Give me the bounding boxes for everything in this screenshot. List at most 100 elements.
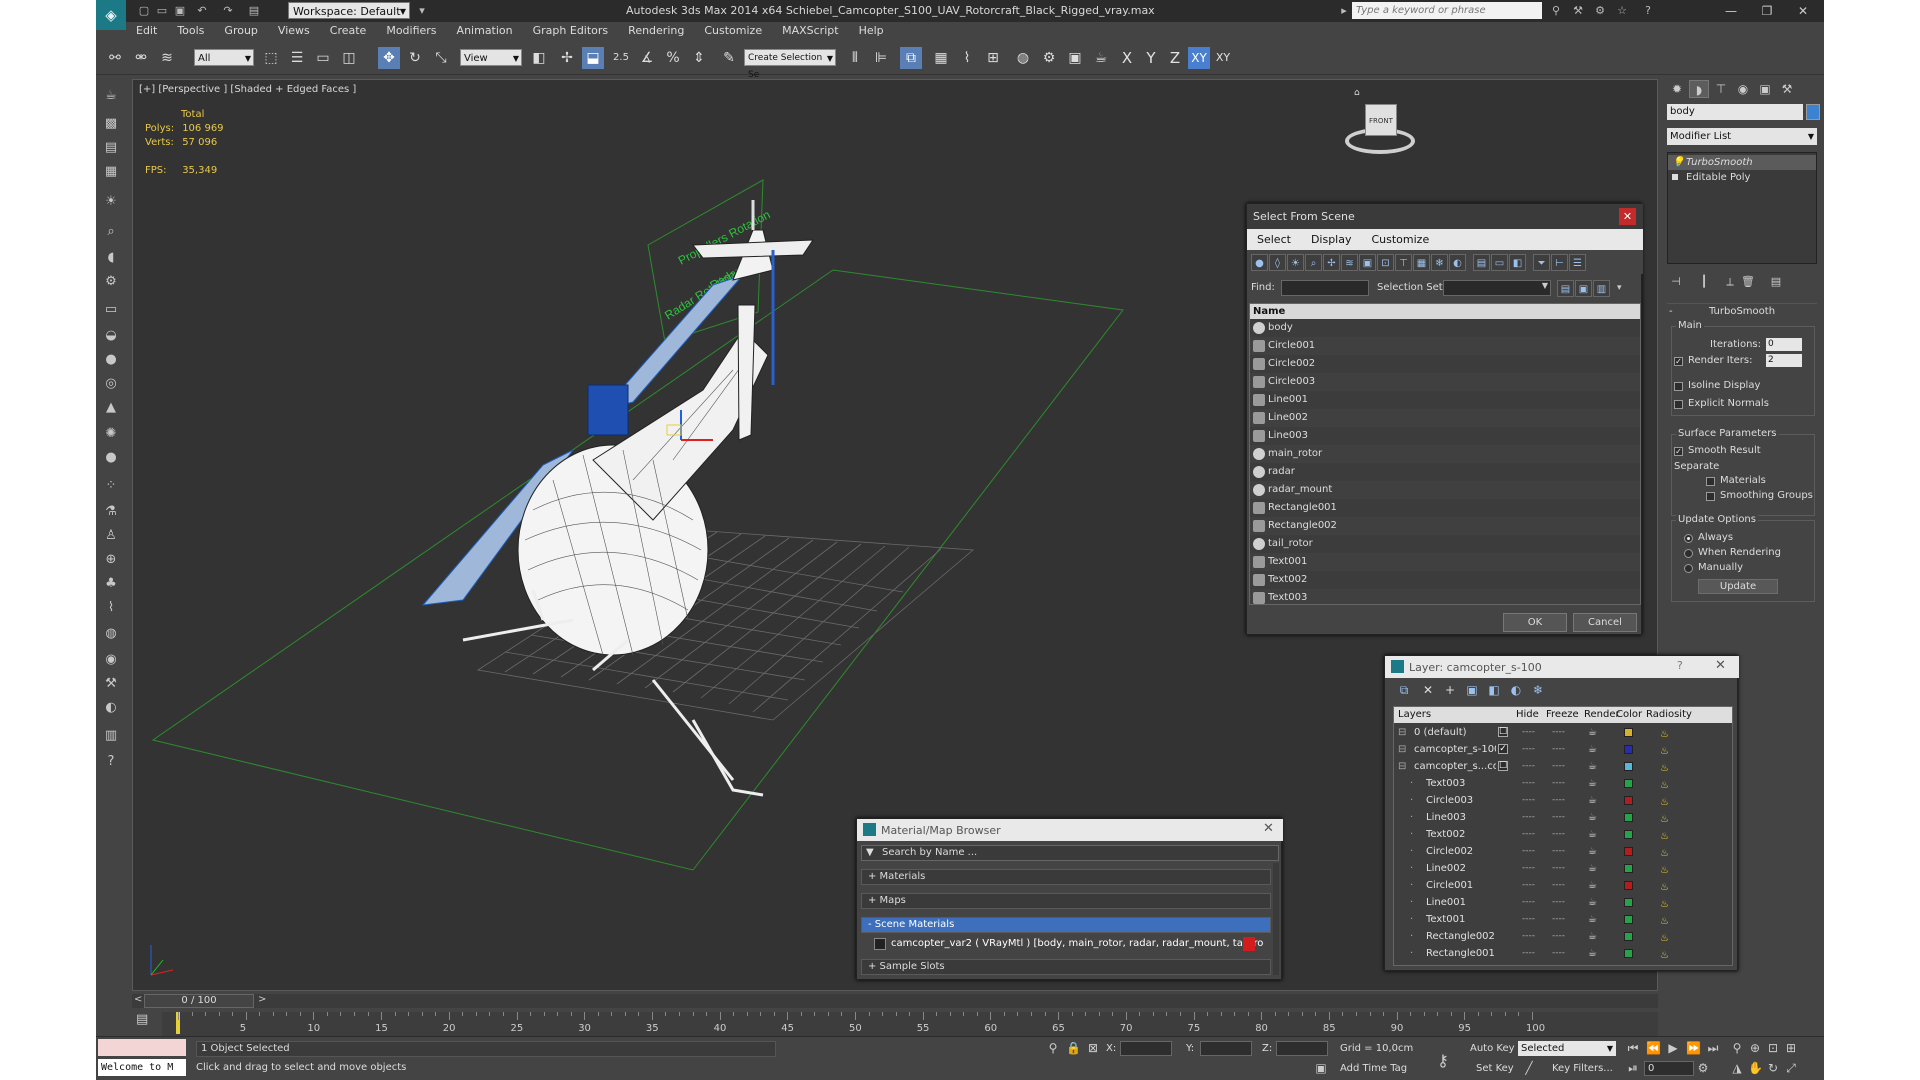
menu-views[interactable]: Views — [268, 22, 320, 41]
selection-set-add-icon[interactable]: ▤ — [1557, 280, 1574, 297]
filter-bones-icon[interactable]: ⊤ — [1395, 254, 1412, 271]
display-tab-icon[interactable]: ▣ — [1755, 80, 1775, 98]
radiosity-icon[interactable]: ♨ — [1660, 777, 1670, 791]
render-teapot-icon[interactable]: ☕ — [1588, 894, 1597, 911]
help-icon[interactable]: ? — [1640, 3, 1656, 18]
radiosity-icon[interactable]: ♨ — [1660, 794, 1670, 808]
maximize-button[interactable]: ❐ — [1752, 2, 1782, 20]
orbit-icon[interactable]: ↻ — [1766, 1061, 1780, 1075]
column-radiosity[interactable]: Radiosity — [1646, 707, 1692, 723]
filter-warps-icon[interactable]: ≋ — [1341, 254, 1358, 271]
pipette-icon[interactable]: ⚗ — [100, 502, 122, 522]
list-item[interactable]: Line002 — [1250, 409, 1640, 427]
freeze-toggle[interactable]: ---- — [1552, 826, 1565, 843]
layer-color-swatch[interactable] — [1624, 728, 1633, 737]
maximize-viewport-icon[interactable]: ⤢ — [1784, 1061, 1798, 1076]
material-editor-icon[interactable]: ◍ — [1012, 47, 1034, 69]
hide-toggle[interactable]: ---- — [1522, 843, 1535, 860]
hide-toggle[interactable]: ---- — [1522, 792, 1535, 809]
stack-item-editable-poly[interactable]: Editable Poly — [1668, 170, 1816, 185]
workspace-dropdown[interactable]: Workspace: Default ▼ — [288, 2, 410, 19]
menu-graph-editors[interactable]: Graph Editors — [523, 22, 619, 41]
selection-set-remove-icon[interactable]: ▥ — [1593, 280, 1610, 297]
menu-help[interactable]: Help — [849, 22, 894, 41]
explicit-normals-checkbox[interactable] — [1674, 400, 1683, 409]
expand-collapse-icon[interactable]: ⊟ — [1398, 758, 1406, 775]
character-icon[interactable]: ♙ — [100, 526, 122, 546]
selection-filter-dropdown[interactable]: All ▼ — [194, 49, 254, 66]
key-mode-toggle-icon[interactable]: ⏯ — [1626, 1061, 1640, 1076]
minimize-button[interactable]: — — [1716, 2, 1746, 20]
curve-editor-icon[interactable]: ⌇ — [956, 47, 978, 69]
globe-icon[interactable]: ⊕ — [100, 550, 122, 570]
app-logo-icon[interactable]: ◈ — [96, 0, 126, 30]
create-layer-icon[interactable]: ⧉ — [1395, 681, 1413, 699]
add-time-tag-button[interactable]: Add Time Tag — [1340, 1063, 1407, 1074]
table-row[interactable]: · Text001 ---- ---- ☕ ♨ — [1394, 911, 1732, 928]
keyboard-shortcut-override-icon[interactable]: ⬓ — [582, 47, 604, 69]
communication-center-icon[interactable]: ⚒ — [1570, 3, 1586, 18]
binoculars-icon[interactable]: ⚲ — [1548, 3, 1564, 18]
freeze-unfreeze-all-icon[interactable]: ❄ — [1529, 681, 1547, 699]
hide-toggle[interactable]: ---- — [1522, 724, 1535, 741]
hierarchy-icon[interactable]: ⊢ — [1551, 254, 1568, 271]
table-row[interactable]: · Text002 ---- ---- ☕ ♨ — [1394, 826, 1732, 843]
radiosity-icon[interactable]: ♨ — [1660, 879, 1670, 893]
freeze-toggle[interactable]: ---- — [1552, 894, 1565, 911]
render-teapot-icon[interactable]: ☕ — [1588, 775, 1597, 792]
render-teapot-icon[interactable]: ☕ — [1588, 809, 1597, 826]
radiosity-icon[interactable]: ♨ — [1660, 896, 1670, 910]
layer-color-swatch[interactable] — [1624, 898, 1633, 907]
menu-select[interactable]: Select — [1247, 229, 1301, 250]
render-teapot-icon[interactable]: ☕ — [1588, 945, 1597, 962]
maxscript-mini-listener[interactable]: Welcome to M — [98, 1059, 186, 1076]
toolbar-options-icon[interactable]: ▾ — [1617, 283, 1622, 293]
next-frame-icon[interactable]: ⏩ — [1686, 1041, 1701, 1055]
teapot-icon[interactable]: ☕ — [100, 86, 122, 106]
list-item[interactable]: Circle002 — [1250, 355, 1640, 373]
filter-containers-icon[interactable]: ▦ — [1413, 254, 1430, 271]
iterations-spinner[interactable]: 0 — [1766, 338, 1802, 351]
table-row[interactable]: · Rectangle001 ---- ---- ☕ ♨ — [1394, 945, 1732, 962]
viewcube-front-face[interactable]: FRONT — [1365, 104, 1397, 136]
turbosmooth-rollout-title[interactable]: - TurboSmooth — [1667, 303, 1817, 318]
hierarchy-tab-icon[interactable]: ⊤ — [1711, 80, 1731, 98]
options-arrow-icon[interactable]: ▼ — [866, 846, 874, 860]
expand-collapse-icon[interactable]: ⊟ — [1398, 724, 1406, 741]
remove-modifier-icon[interactable]: 🗑 — [1739, 273, 1757, 291]
render-teapot-icon[interactable]: ☕ — [1588, 724, 1597, 741]
layer-view-icon[interactable]: ☰ — [1569, 254, 1586, 271]
select-and-rotate-icon[interactable]: ↻ — [404, 47, 426, 69]
layer-color-swatch[interactable] — [1624, 762, 1633, 771]
radiosity-icon[interactable]: ♨ — [1660, 862, 1670, 876]
hide-toggle[interactable]: ---- — [1522, 809, 1535, 826]
project-folder-icon[interactable]: ▤ — [246, 3, 262, 18]
show-end-result-icon[interactable]: ┃ — [1695, 273, 1713, 291]
radiosity-icon[interactable]: ♨ — [1660, 930, 1670, 944]
help-circle-icon[interactable]: ? — [100, 752, 122, 772]
find-input[interactable] — [1281, 280, 1369, 296]
image-icon[interactable]: ▩ — [100, 114, 122, 134]
configure-sets-icon[interactable]: ▤ — [1767, 273, 1785, 291]
render-teapot-icon[interactable]: ☕ — [1588, 826, 1597, 843]
unlink-icon[interactable]: ⚮ — [130, 47, 152, 69]
graphite-ribbon-icon[interactable]: ▦ — [930, 47, 952, 69]
zoom-all-icon[interactable]: ⊕ — [1748, 1041, 1762, 1055]
freeze-toggle[interactable]: ---- — [1552, 758, 1565, 775]
table-row[interactable]: · Circle001 ---- ---- ☕ ♨ — [1394, 877, 1732, 894]
close-icon[interactable]: ✕ — [1619, 208, 1636, 225]
cloth-icon[interactable]: ◍ — [100, 624, 122, 644]
next-frame-button[interactable]: > — [258, 994, 266, 1005]
calculator-icon[interactable]: ▦ — [100, 162, 122, 182]
filter-groups-icon[interactable]: ▣ — [1359, 254, 1376, 271]
sphere-icon[interactable]: ● — [100, 350, 122, 370]
group-maps[interactable]: + Maps — [861, 893, 1271, 909]
list-item[interactable]: Line003 — [1250, 427, 1640, 445]
schematic-view-icon[interactable]: ⊞ — [982, 47, 1004, 69]
filter-helpers-icon[interactable]: ✢ — [1323, 254, 1340, 271]
render-teapot-icon[interactable]: ☕ — [1588, 843, 1597, 860]
utilities-tab-icon[interactable]: ⚒ — [1777, 80, 1797, 98]
list-item[interactable]: Circle001 — [1250, 337, 1640, 355]
layer-color-swatch[interactable] — [1624, 881, 1633, 890]
named-selection-dropdown[interactable]: Create Selection Se ▼ — [744, 49, 836, 80]
